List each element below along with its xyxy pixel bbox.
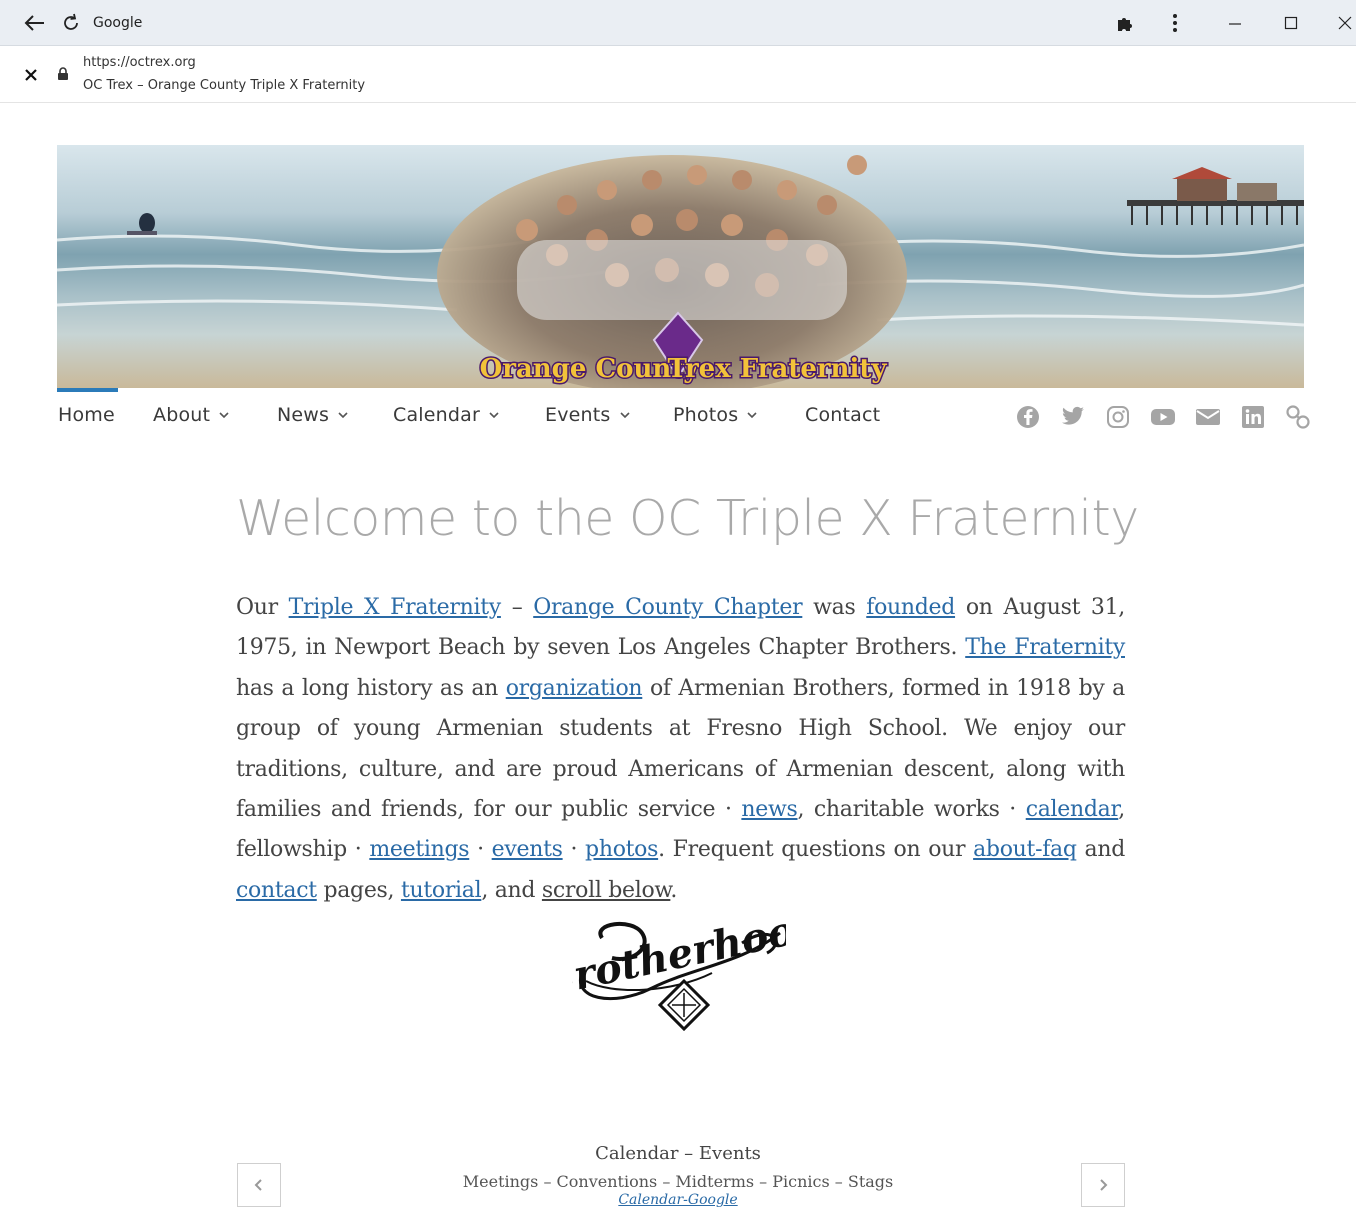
- nav-item-events[interactable]: Events: [545, 404, 631, 426]
- calendar-section-title: Calendar – Events: [595, 1143, 761, 1164]
- more-menu-icon[interactable]: [1160, 10, 1190, 36]
- link-calendar[interactable]: calendar: [1026, 797, 1119, 822]
- maximize-icon[interactable]: [1276, 10, 1306, 36]
- youtube-icon[interactable]: [1150, 404, 1176, 430]
- close-icon[interactable]: [20, 64, 42, 86]
- chevron-down-icon: [489, 412, 499, 419]
- next-button[interactable]: [1081, 1163, 1125, 1207]
- link-events[interactable]: events: [492, 837, 563, 862]
- minimize-icon[interactable]: [1220, 10, 1250, 36]
- link-organization[interactable]: organization: [506, 676, 643, 701]
- link-photos[interactable]: photos: [585, 837, 658, 862]
- calendar-section-subtitle: Meetings – Conventions – Midterms – Picn…: [462, 1172, 894, 1191]
- link-orange-county-chapter[interactable]: Orange County Chapter: [533, 595, 802, 620]
- intro-paragraph: Our Triple X Fraternity – Orange County …: [236, 595, 1125, 903]
- reload-icon[interactable]: [56, 10, 86, 36]
- nav-item-about[interactable]: About: [153, 404, 230, 426]
- previous-button[interactable]: [237, 1163, 281, 1207]
- nav-item-photos[interactable]: Photos: [673, 404, 758, 426]
- chevron-right-icon: [1100, 1179, 1108, 1191]
- link-icon[interactable]: [1285, 404, 1311, 430]
- main-nav: Home About News Calendar Events Photos C…: [57, 388, 1313, 448]
- link-the-fraternity[interactable]: The Fraternity: [965, 635, 1125, 660]
- banner-text-left: Orange County: [480, 354, 700, 384]
- address-bar: https://octrex.org OC Trex – Orange Coun…: [0, 46, 1356, 103]
- brotherhood-logo: Brotherhood: [535, 901, 826, 1032]
- nav-item-news[interactable]: News: [277, 404, 349, 426]
- calendar-google-link[interactable]: Calendar-Google: [0, 1192, 1356, 1208]
- link-news[interactable]: news: [741, 797, 797, 822]
- chevron-down-icon: [219, 412, 229, 419]
- banner-text-right: Trex Fraternity: [668, 354, 888, 384]
- link-triple-x-fraternity[interactable]: Triple X Fraternity: [289, 595, 502, 620]
- back-arrow-icon[interactable]: [20, 10, 50, 36]
- chevron-left-icon: [254, 1179, 262, 1191]
- browser-titlebar: Google: [0, 0, 1356, 46]
- url-text[interactable]: https://octrex.org: [83, 55, 196, 70]
- page-title: Welcome to the OC Triple X Fraternity: [236, 490, 1139, 547]
- twitter-icon[interactable]: [1060, 404, 1086, 430]
- chevron-down-icon: [619, 412, 630, 419]
- facebook-icon[interactable]: [1015, 404, 1041, 430]
- chevron-down-icon: [747, 412, 757, 419]
- nav-item-calendar[interactable]: Calendar: [393, 404, 500, 426]
- nav-item-home[interactable]: Home: [58, 404, 115, 426]
- extensions-puzzle-icon[interactable]: [1110, 10, 1140, 36]
- close-window-icon[interactable]: [1330, 10, 1356, 36]
- link-tutorial[interactable]: tutorial: [401, 878, 482, 903]
- hero-banner: Orange County Trex Fraternity: [57, 145, 1304, 388]
- link-founded[interactable]: founded: [866, 595, 955, 620]
- link-scroll-below[interactable]: scroll below: [542, 878, 671, 903]
- email-icon[interactable]: [1195, 404, 1221, 430]
- chevron-down-icon: [338, 412, 348, 419]
- nav-item-contact[interactable]: Contact: [805, 404, 880, 426]
- instagram-icon[interactable]: [1105, 404, 1131, 430]
- lock-icon: [57, 66, 69, 80]
- active-nav-indicator: [57, 388, 118, 392]
- link-about-faq[interactable]: about-faq: [973, 837, 1077, 862]
- page-title-text: OC Trex – Orange County Triple X Fratern…: [83, 78, 366, 93]
- linkedin-icon[interactable]: [1240, 404, 1266, 430]
- link-meetings[interactable]: meetings: [369, 837, 469, 862]
- link-contact[interactable]: contact: [236, 878, 317, 903]
- tab-title: Google: [93, 15, 143, 31]
